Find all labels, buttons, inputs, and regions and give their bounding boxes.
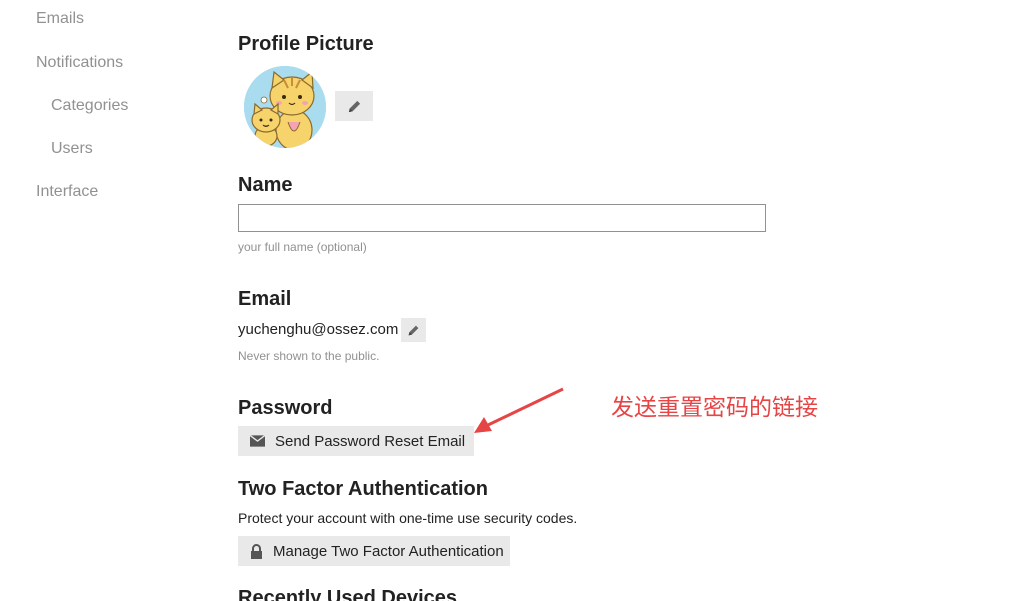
sidebar-item-interface[interactable]: Interface (36, 183, 98, 201)
manage-two-factor-label: Manage Two Factor Authentication (273, 542, 504, 560)
recent-devices-title: Recently Used Devices (238, 587, 458, 601)
pencil-icon (348, 100, 360, 112)
edit-email-button[interactable] (401, 318, 426, 342)
name-input[interactable] (238, 204, 766, 232)
two-factor-title: Two Factor Authentication (238, 478, 488, 500)
envelope-icon (250, 434, 265, 449)
name-title: Name (238, 174, 293, 196)
sidebar-item-emails[interactable]: Emails (36, 10, 84, 28)
sidebar-item-users[interactable]: Users (51, 140, 93, 158)
profile-picture-title: Profile Picture (238, 33, 374, 55)
annotation-text: 发送重置密码的链接 (611, 395, 818, 421)
edit-avatar-button[interactable] (335, 91, 373, 121)
send-password-reset-label: Send Password Reset Email (275, 432, 466, 450)
password-title: Password (238, 397, 333, 419)
name-hint: your full name (optional) (238, 240, 367, 254)
email-hint: Never shown to the public. (238, 349, 380, 363)
two-factor-description: Protect your account with one-time use s… (238, 510, 578, 526)
manage-two-factor-button[interactable]: Manage Two Factor Authentication (238, 536, 510, 566)
sidebar-item-notifications[interactable]: Notifications (36, 54, 123, 72)
avatar (244, 66, 326, 148)
annotation-arrow (474, 387, 564, 433)
email-title: Email (238, 288, 292, 310)
lock-icon (250, 543, 263, 559)
sidebar-item-categories[interactable]: Categories (51, 97, 128, 115)
send-password-reset-button[interactable]: Send Password Reset Email (238, 426, 474, 456)
pencil-icon (408, 325, 419, 335)
email-value: yuchenghu@ossez.com (238, 321, 399, 338)
